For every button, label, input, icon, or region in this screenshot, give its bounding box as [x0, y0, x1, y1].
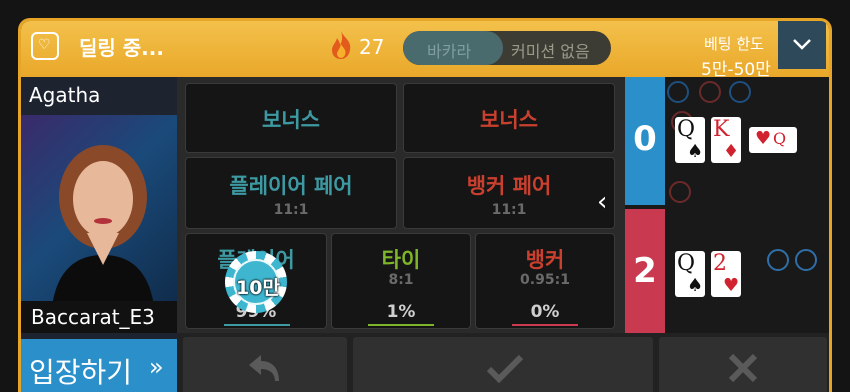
undo-icon	[249, 355, 279, 381]
dealer-photo	[21, 115, 177, 315]
dealer-panel: Agatha Baccarat_E3 입장하기 »	[21, 77, 177, 392]
cancel-button[interactable]	[659, 337, 827, 392]
tile-header: ♡ 딜링 중... 27 바카라 커미션 없음 베팅 한도 5만-50만	[21, 21, 829, 80]
result-panel: 0 2 Q ♠ K ♦ ♥ Q Q ♠ 2 ♥	[625, 77, 829, 333]
table-name: Baccarat_E3	[21, 301, 177, 333]
road-marker	[795, 249, 817, 271]
dealer-name: Agatha	[29, 83, 101, 107]
fire-count: 27	[359, 35, 385, 59]
confirm-button[interactable]	[353, 337, 653, 392]
banker-card-1: Q ♠	[675, 251, 705, 297]
game-tile: ♡ 딜링 중... 27 바카라 커미션 없음 베팅 한도 5만-50만 Aga…	[18, 18, 832, 392]
banker-bet[interactable]: 뱅커 0.95:1 0%	[475, 233, 615, 329]
player-card-2: K ♦	[711, 117, 741, 163]
action-bar	[177, 333, 829, 392]
road-marker	[729, 81, 751, 103]
favorite-card-icon[interactable]: ♡	[31, 32, 59, 60]
chevron-down-icon	[793, 39, 811, 50]
road-marker	[667, 81, 689, 103]
undo-button[interactable]	[183, 337, 347, 392]
player-pair-bet[interactable]: 플레이어 페어 11:1	[185, 157, 397, 229]
toggle-option-baccarat[interactable]: 바카라	[427, 38, 471, 62]
road-marker	[767, 249, 789, 271]
enter-button[interactable]: 입장하기 »	[21, 339, 177, 392]
road-marker	[669, 181, 691, 203]
banker-bonus-bet[interactable]: 보너스	[403, 83, 615, 153]
banker-card-2: 2 ♥	[711, 251, 741, 297]
banker-score-box: 2	[625, 209, 665, 333]
toggle-option-no-commission[interactable]: 커미션 없음	[511, 38, 590, 62]
player-score: 0	[633, 119, 657, 159]
banker-score: 2	[633, 251, 657, 291]
heart-card-icon: ♥ Q	[749, 127, 797, 153]
enter-label: 입장하기	[29, 356, 133, 389]
commission-toggle[interactable]: 바카라 커미션 없음	[403, 31, 611, 65]
player-bonus-bet[interactable]: 보너스	[185, 83, 397, 153]
double-chevron-right-icon: »	[149, 353, 164, 381]
fire-icon	[332, 31, 351, 59]
player-card-1: Q ♠	[675, 117, 705, 163]
close-icon	[728, 353, 758, 383]
player-score-box: 0	[625, 77, 665, 205]
check-icon	[486, 354, 524, 383]
bet-chip[interactable]: 10만	[225, 251, 287, 313]
dealing-status: 딜링 중...	[79, 36, 164, 60]
chevron-left-icon[interactable]: ‹	[597, 187, 607, 217]
limit-dropdown-button[interactable]	[778, 21, 826, 69]
tie-bet[interactable]: 타이 8:1 1%	[331, 233, 471, 329]
bet-limit-label: 베팅 한도	[704, 35, 764, 53]
banker-pair-bet[interactable]: 뱅커 페어 11:1	[403, 157, 615, 229]
road-marker	[699, 81, 721, 103]
